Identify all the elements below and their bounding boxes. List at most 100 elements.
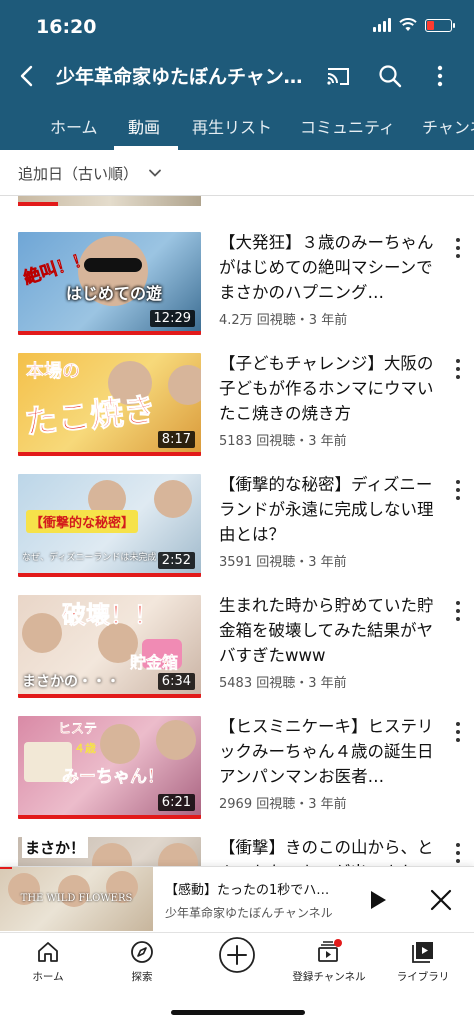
more-vert-icon[interactable] — [452, 236, 464, 262]
video-meta: 5183 回視聴・3 年前 — [219, 434, 347, 449]
sort-bar[interactable]: 追加日（古い順） — [0, 150, 474, 196]
thumbnail-overlay-text: 破壊！！ — [62, 601, 159, 630]
nav-home-label: ホーム — [32, 971, 64, 983]
app-bar: 少年革命家ゆたぼんチャンネル — [0, 52, 474, 100]
status-icons — [373, 18, 455, 32]
cast-icon[interactable] — [324, 62, 352, 90]
video-item[interactable]: 破壊！！ 貯金箱 まさかの・・・ 6:34 生まれた時から貯めていた貯金箱を破壊… — [0, 595, 474, 705]
home-icon — [38, 942, 58, 962]
nav-create[interactable] — [192, 935, 282, 975]
play-icon[interactable] — [364, 887, 390, 913]
video-title[interactable]: 【衝撃】きのこの山から、とんでもないものが出てきた — [219, 835, 441, 866]
tab-community[interactable]: コミュニティ — [300, 114, 395, 138]
video-item[interactable]: 絶叫！！ はじめての遊 12:29 【大発狂】３歳のみーちゃんがはじめての絶叫マ… — [0, 232, 474, 342]
chevron-down-icon — [149, 169, 161, 177]
video-thumbnail[interactable]: まさか！ — [18, 837, 201, 866]
thumbnail-overlay-text: みーちゃん！ — [62, 767, 165, 788]
thumbnail-figure — [92, 843, 132, 866]
subscriptions-icon — [318, 939, 342, 962]
status-bar: 16:20 — [0, 0, 474, 52]
thumbnail-overlay-text: ヒステ — [58, 722, 98, 737]
battery-icon — [425, 18, 455, 32]
video-meta: 2969 回視聴・3 年前 — [219, 797, 347, 812]
tab-channels[interactable]: チャンネル — [422, 114, 474, 138]
nav-library-label: ライブラリ — [396, 971, 450, 983]
video-thumbnail[interactable]: 本場の たこ焼き 8:17 — [18, 353, 201, 456]
thumbnail-figure — [158, 843, 198, 866]
video-title[interactable]: 【大発狂】３歳のみーちゃんがはじめての絶叫マシーンでまさかのハプニング… — [219, 230, 441, 305]
watched-progress-bar — [18, 452, 201, 456]
app-header: 16:20 少年革命家ゆたぼんチャンネル ホーム 動画 再生リスト コミュニティ… — [0, 0, 474, 150]
video-title[interactable]: 【衝撃的な秘密】ディズニーランドが永遠に完成しない理由とは？ — [219, 472, 441, 547]
more-vert-icon[interactable] — [452, 357, 464, 383]
video-meta: 4.2万 回視聴・3 年前 — [219, 313, 348, 328]
thumbnail-figure — [154, 480, 192, 518]
more-vert-icon[interactable] — [452, 720, 464, 746]
sunglasses-graphic — [84, 258, 142, 272]
watched-progress-bar — [18, 331, 201, 335]
video-item[interactable]: ヒステ ４歳 みーちゃん！ 6:21 【ヒスミニケーキ】ヒステリックみーちゃん４… — [0, 716, 474, 826]
video-duration: 6:34 — [157, 673, 195, 690]
mini-player-progress — [0, 867, 12, 869]
more-vert-icon[interactable] — [426, 62, 454, 90]
video-thumbnail[interactable]: 絶叫！！ はじめての遊 12:29 — [18, 232, 201, 335]
video-meta: 3591 回視聴・3 年前 — [219, 555, 347, 570]
video-duration: 6:21 — [157, 794, 195, 811]
signal-icon — [373, 18, 391, 32]
tab-videos[interactable]: 動画 — [128, 114, 160, 138]
watched-progress-bar — [18, 694, 201, 698]
tab-home[interactable]: ホーム — [50, 114, 98, 138]
thumbnail-overlay-text: 貯金箱 — [130, 653, 179, 673]
nav-home[interactable]: ホーム — [3, 939, 93, 984]
video-meta: 5483 回視聴・3 年前 — [219, 676, 347, 691]
thumbnail-overlay-text: THE WILD FLOWERS — [20, 893, 133, 904]
video-thumbnail[interactable]: ヒステ ４歳 みーちゃん！ 6:21 — [18, 716, 201, 819]
video-item[interactable]: まさか！ 【衝撃】きのこの山から、とんでもないものが出てきた — [0, 837, 474, 866]
more-vert-icon[interactable] — [452, 478, 464, 504]
thumbnail-overlay-text: たこ焼き — [22, 389, 158, 443]
thumbnail-figure — [156, 720, 196, 760]
video-thumbnail[interactable]: 【衝撃的な秘密】 なぜ、ディズニーランドは未完成 2:52 — [18, 474, 201, 577]
video-list[interactable]: 絶叫！！ はじめての遊 12:29 【大発狂】３歳のみーちゃんがはじめての絶叫マ… — [0, 196, 474, 866]
mini-player-channel: 少年革命家ゆたぼんチャンネル — [165, 906, 333, 920]
thumbnail-overlay-text: 【衝撃的な秘密】 — [26, 510, 139, 533]
back-arrow-icon[interactable] — [14, 62, 42, 90]
more-vert-icon[interactable] — [452, 599, 464, 625]
thumbnail-overlay-text: まさかの・・・ — [22, 674, 120, 690]
mini-player[interactable]: THE WILD FLOWERS 【感動】たったの1秒でハート 少年革命家ゆたぼ… — [0, 866, 474, 932]
thumbnail-overlay-text: 本場の — [26, 361, 81, 383]
nav-library[interactable]: ライブラリ — [378, 939, 468, 984]
watched-progress-bar — [18, 573, 201, 577]
nav-explore[interactable]: 探索 — [97, 939, 187, 984]
thumbnail-figure — [168, 365, 201, 405]
thumbnail-overlay-text: なぜ、ディズニーランドは未完成 — [22, 553, 157, 563]
thumbnail-overlay-text: ４歳 — [74, 742, 96, 755]
close-icon[interactable] — [428, 887, 454, 913]
video-thumbnail-partial[interactable] — [18, 196, 201, 206]
channel-title: 少年革命家ゆたぼんチャンネル — [56, 66, 318, 88]
nav-subscriptions[interactable]: 登録チャンネル — [284, 939, 374, 984]
channel-tabs: ホーム 動画 再生リスト コミュニティ チャンネル — [0, 100, 474, 150]
more-vert-icon[interactable] — [452, 841, 464, 866]
video-title[interactable]: 【ヒスミニケーキ】ヒステリックみーちゃん４歳の誕生日アンパンマンお医者… — [219, 714, 441, 789]
thumbnail-overlay-text: はじめての遊 — [66, 284, 163, 303]
mini-player-thumbnail[interactable]: THE WILD FLOWERS — [0, 867, 153, 931]
sort-label: 追加日（古い順） — [18, 165, 139, 183]
video-title[interactable]: 【子どもチャレンジ】大阪の子どもが作るホンマにウマいたこ焼きの焼き方 — [219, 351, 441, 426]
thumbnail-overlay-text: まさか！ — [22, 837, 89, 858]
tab-playlists[interactable]: 再生リスト — [192, 114, 272, 138]
nav-explore-label: 探索 — [131, 971, 153, 983]
library-icon — [412, 942, 433, 963]
explore-icon — [131, 941, 153, 963]
video-title[interactable]: 生まれた時から貯めていた貯金箱を破壊してみた結果がヤバすぎたwww — [219, 593, 441, 668]
video-duration: 12:29 — [149, 310, 195, 327]
search-icon[interactable] — [376, 62, 404, 90]
video-item[interactable]: 【衝撃的な秘密】 なぜ、ディズニーランドは未完成 2:52 【衝撃的な秘密】ディ… — [0, 474, 474, 584]
video-duration: 2:52 — [157, 552, 195, 569]
video-item[interactable]: 本場の たこ焼き 8:17 【子どもチャレンジ】大阪の子どもが作るホンマにウマい… — [0, 353, 474, 463]
status-time: 16:20 — [36, 16, 97, 38]
mini-player-title[interactable]: 【感動】たったの1秒でハート — [165, 879, 341, 898]
video-duration: 8:17 — [157, 431, 195, 448]
home-indicator[interactable] — [171, 1010, 305, 1015]
video-thumbnail[interactable]: 破壊！！ 貯金箱 まさかの・・・ 6:34 — [18, 595, 201, 698]
